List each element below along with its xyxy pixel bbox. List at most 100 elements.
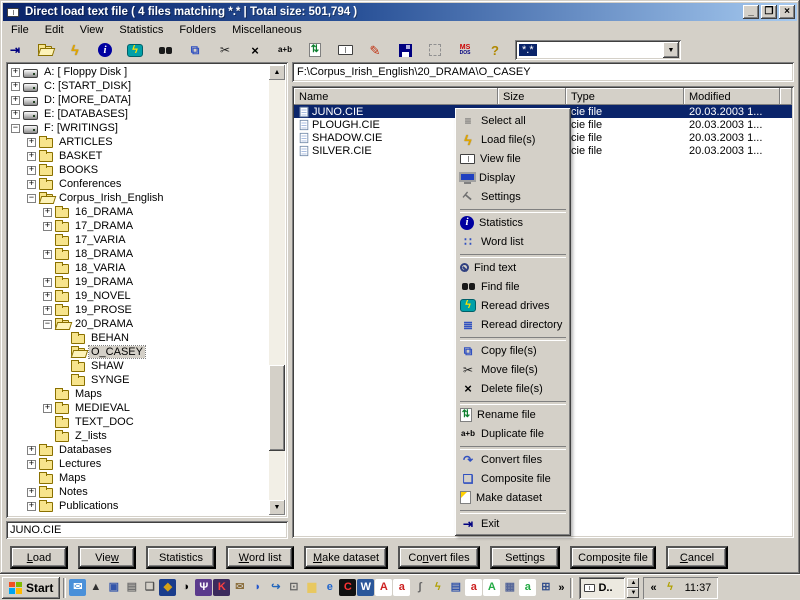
spinner-down-icon[interactable]: ▼	[627, 588, 639, 598]
expand-icon[interactable]: +	[43, 222, 52, 231]
expand-icon[interactable]: +	[43, 306, 52, 315]
quicklaunch-envelope-icon[interactable]: ✉	[231, 579, 248, 596]
expand-icon[interactable]: +	[43, 250, 52, 259]
expand-icon[interactable]: +	[43, 292, 52, 301]
tree-item-18-varia[interactable]: 18_VARIA	[9, 261, 269, 275]
tool-find-file-icon[interactable]	[155, 40, 175, 60]
context-menu-item-exit[interactable]: ⇥Exit	[458, 514, 568, 533]
context-menu-item-find-file[interactable]: Find file	[458, 277, 568, 296]
tool-rename-icon[interactable]: ⇅	[305, 40, 325, 60]
scroll-up-icon[interactable]: ▲	[269, 65, 285, 80]
tool-delete-icon[interactable]: ×	[245, 40, 265, 60]
make-dataset-button[interactable]: Make dataset	[304, 546, 388, 569]
filename-input[interactable]	[6, 521, 288, 539]
convert-files-button[interactable]: Convert files	[398, 546, 480, 569]
quicklaunch-computer-icon[interactable]: ▣	[105, 579, 122, 596]
collapse-icon[interactable]: −	[43, 320, 52, 329]
expand-icon[interactable]: +	[27, 152, 36, 161]
collapse-icon[interactable]: −	[27, 194, 36, 203]
tree-item-maps[interactable]: Maps	[9, 471, 269, 485]
context-menu-item-display[interactable]: Display	[458, 168, 568, 187]
tree-item-19-prose[interactable]: +19_PROSE	[9, 303, 269, 317]
tool-pen-icon[interactable]: ✎	[365, 40, 385, 60]
menu-statistics[interactable]: Statistics	[111, 23, 171, 38]
quicklaunch-psi-app-icon[interactable]: Ψ	[195, 579, 212, 596]
quicklaunch-ie-icon[interactable]: e	[321, 579, 338, 596]
column-header-type[interactable]: Type	[566, 88, 684, 105]
expand-icon[interactable]: +	[27, 488, 36, 497]
quicklaunch-folder-icon[interactable]: ▆	[303, 579, 320, 596]
tree-item-notes[interactable]: +Notes	[9, 485, 269, 499]
quicklaunch-overflow-chevron[interactable]: »	[555, 582, 567, 594]
minimize-button[interactable]: _	[743, 5, 759, 19]
tree-scrollbar[interactable]: ▲ ▼	[269, 65, 285, 515]
tree-item-lectures[interactable]: +Lectures	[9, 457, 269, 471]
tree-item-conferences[interactable]: +Conferences	[9, 177, 269, 191]
expand-icon[interactable]: +	[27, 138, 36, 147]
context-menu-item-composite-file[interactable]: ❏Composite file	[458, 469, 568, 488]
context-menu-item-statistics[interactable]: iStatistics	[458, 213, 568, 232]
tree-item-databases[interactable]: +Databases	[9, 443, 269, 457]
tree-item-19-drama[interactable]: +19_DRAMA	[9, 275, 269, 289]
tool-copy-icon[interactable]: ⧉	[185, 40, 205, 60]
settings-button[interactable]: Settings	[490, 546, 560, 569]
tray-tool-icon[interactable]: ϟ	[662, 579, 679, 596]
tree-item-maps[interactable]: Maps	[9, 387, 269, 401]
expand-icon[interactable]: +	[27, 502, 36, 511]
context-menu-item-convert-files[interactable]: ↷Convert files	[458, 450, 568, 469]
tool-load-files-icon[interactable]: ϟ	[65, 40, 85, 60]
filter-combobox[interactable]: *.*▼	[515, 40, 681, 60]
column-header-modified[interactable]: Modified	[684, 88, 780, 105]
taskbar-spinner[interactable]: ▲ ▼	[627, 578, 639, 598]
tool-reread-drives-icon[interactable]: ϟ	[125, 40, 145, 60]
tree-item-articles[interactable]: +ARTICLES	[9, 135, 269, 149]
word-list-button[interactable]: Word list	[226, 546, 294, 569]
tree-item-basket[interactable]: +BASKET	[9, 149, 269, 163]
context-menu-item-rename-file[interactable]: ⇅Rename file	[458, 405, 568, 424]
quicklaunch-doc-a-green-icon[interactable]: A	[483, 579, 500, 596]
context-menu-item-load-file-s[interactable]: ϟLoad file(s)	[458, 130, 568, 149]
collapse-icon[interactable]: −	[11, 124, 20, 133]
quicklaunch-server-icon[interactable]: ▤	[123, 579, 140, 596]
load-button[interactable]: Load	[10, 546, 68, 569]
quicklaunch-word-icon[interactable]: W	[357, 579, 374, 596]
taskbar-app-button[interactable]: D..	[579, 577, 625, 599]
tree-item-a-floppy-disk[interactable]: +A: [ Floppy Disk ]	[9, 65, 269, 79]
quicklaunch-table-icon[interactable]: ▦	[501, 579, 518, 596]
tree-item-19-novel[interactable]: +19_NOVEL	[9, 289, 269, 303]
scrollbar-thumb[interactable]	[269, 365, 285, 451]
start-button[interactable]: Start	[2, 577, 60, 599]
tool-view-file-icon[interactable]	[335, 40, 355, 60]
statistics-button[interactable]: Statistics	[146, 546, 216, 569]
quicklaunch-mail-icon[interactable]: ✉	[69, 579, 86, 596]
expand-icon[interactable]: +	[11, 82, 20, 91]
context-menu-item-reread-directory[interactable]: ≣Reread directory	[458, 315, 568, 334]
expand-icon[interactable]: +	[27, 166, 36, 175]
tree-item-o-casey[interactable]: ~O_CASEY	[9, 345, 269, 359]
context-menu-item-find-text[interactable]: Find text	[458, 258, 568, 277]
quicklaunch-k-app-icon[interactable]: K	[213, 579, 230, 596]
column-header-name[interactable]: Name	[294, 88, 498, 105]
view-button[interactable]: View	[78, 546, 136, 569]
context-menu-item-duplicate-file[interactable]: a+bDuplicate file	[458, 424, 568, 443]
tool-help-icon[interactable]: ?	[485, 40, 505, 60]
tool-marquee-icon[interactable]	[425, 40, 445, 60]
expand-icon[interactable]: +	[11, 68, 20, 77]
quicklaunch-doc-a-red3-icon[interactable]: a	[465, 579, 482, 596]
tree-item-text-doc[interactable]: TEXT_DOC	[9, 415, 269, 429]
tree-item-17-varia[interactable]: 17_VARIA	[9, 233, 269, 247]
title-bar[interactable]: Direct load text file ( 4 files matching…	[3, 3, 797, 21]
restore-button[interactable]: ❐	[761, 5, 777, 19]
tree-item-20-drama[interactable]: −20_DRAMA	[9, 317, 269, 331]
tree-item-synge[interactable]: SYNGE	[9, 373, 269, 387]
context-menu-item-delete-file-s[interactable]: ×Delete file(s)	[458, 379, 568, 398]
tree-item-books[interactable]: +BOOKS	[9, 163, 269, 177]
tree-item-behan[interactable]: BEHAN	[9, 331, 269, 345]
context-menu-item-move-file-s[interactable]: ✂Move file(s)	[458, 360, 568, 379]
menu-edit[interactable]: Edit	[37, 23, 72, 38]
cancel-button[interactable]: Cancel	[666, 546, 728, 569]
quicklaunch-shield-icon[interactable]: ◆	[159, 579, 176, 596]
menu-folders[interactable]: Folders	[171, 23, 224, 38]
quicklaunch-blue-disc-icon[interactable]: ◗	[249, 579, 266, 596]
quicklaunch-wrench-icon[interactable]: ∫	[411, 579, 428, 596]
